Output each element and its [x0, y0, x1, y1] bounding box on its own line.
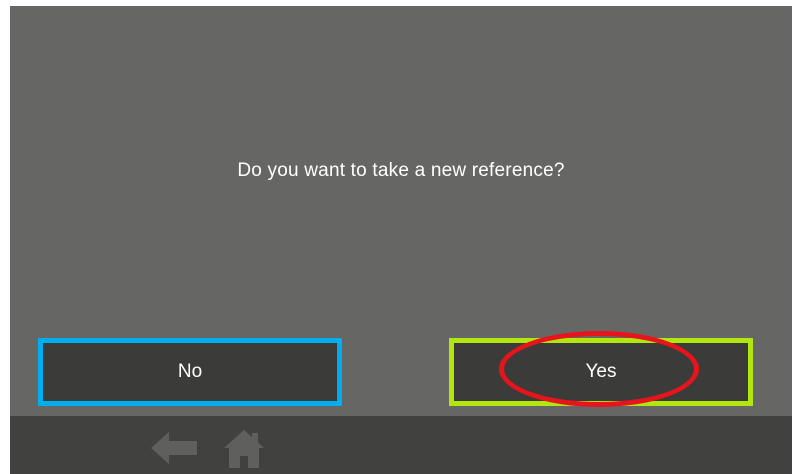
back-button[interactable]	[150, 426, 198, 470]
bottom-navbar	[10, 416, 792, 474]
no-button[interactable]: No	[38, 338, 342, 406]
dialog-question: Do you want to take a new reference?	[237, 160, 565, 181]
touchscreen: Do you want to take a new reference? No …	[10, 6, 792, 474]
yes-button-label: Yes	[585, 361, 617, 382]
back-arrow-icon	[151, 432, 197, 464]
no-button-label: No	[177, 361, 203, 382]
home-icon	[224, 430, 264, 468]
home-button[interactable]	[220, 426, 268, 470]
yes-button[interactable]: Yes	[449, 338, 753, 406]
